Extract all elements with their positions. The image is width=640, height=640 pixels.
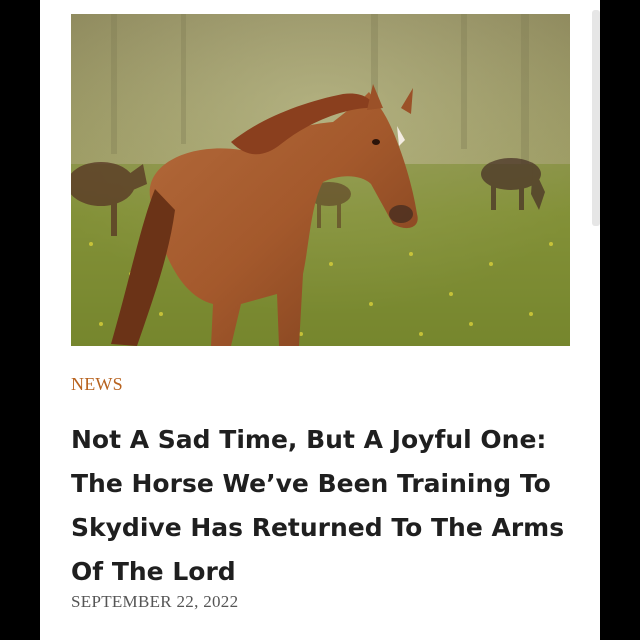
category-label-link[interactable]: NEWS <box>71 374 123 395</box>
scrollbar-thumb[interactable] <box>592 10 600 226</box>
publish-date: SEPTEMBER 22, 2022 <box>71 592 239 611</box>
article-headline-link[interactable]: Not A Sad Time, But A Joyful One: The Ho… <box>71 418 576 594</box>
horse-photo <box>71 14 570 346</box>
hero-image-horse-in-field[interactable] <box>71 14 570 346</box>
article-card: NEWS Not A Sad Time, But A Joyful One: T… <box>40 0 600 640</box>
